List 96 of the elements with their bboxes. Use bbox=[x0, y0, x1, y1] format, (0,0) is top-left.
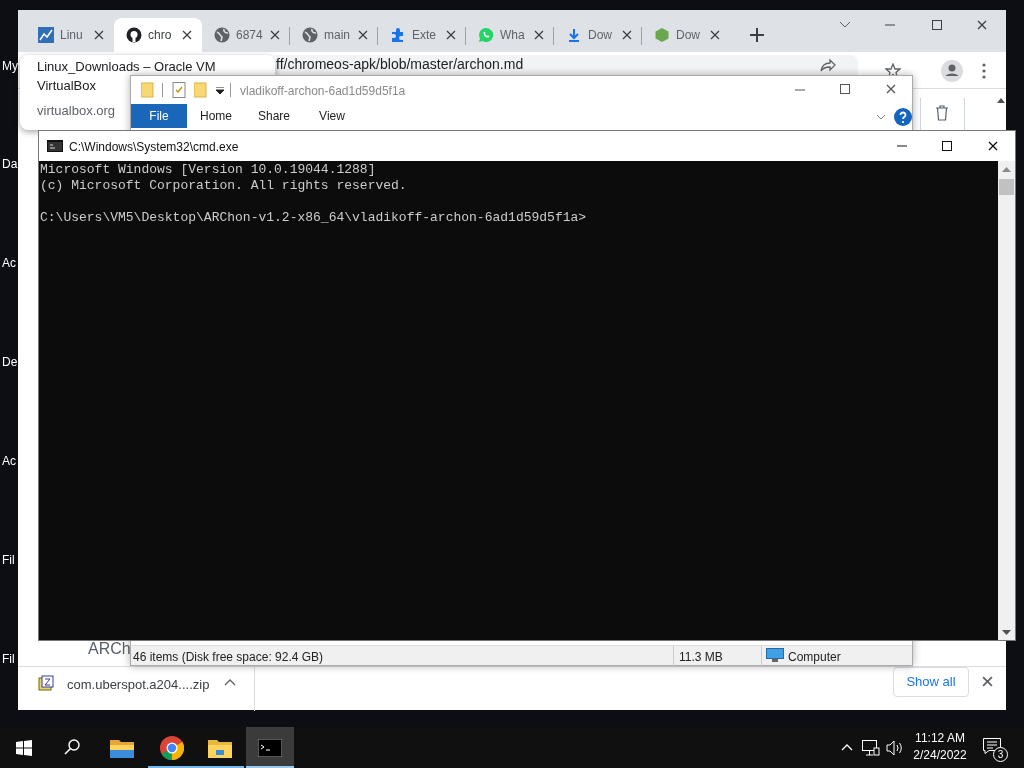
scroll-down-arrow-icon[interactable] bbox=[1002, 630, 1011, 635]
close-icon[interactable] bbox=[886, 84, 896, 94]
plus-icon[interactable] bbox=[750, 28, 764, 42]
console-line: Microsoft Windows [Version 10.0.19044.1288] bbox=[39, 162, 377, 178]
close-icon[interactable] bbox=[534, 30, 544, 40]
desktop-icon-label[interactable]: Ac bbox=[2, 255, 16, 271]
ribbon-tab[interactable]: Share bbox=[245, 104, 303, 128]
chart-icon bbox=[38, 27, 54, 43]
avatar-icon[interactable] bbox=[941, 60, 963, 82]
browser-tab[interactable]: main bbox=[290, 18, 378, 52]
chevron-up-icon[interactable] bbox=[841, 744, 853, 751]
properties-icon[interactable] bbox=[172, 82, 186, 98]
taskbar-app[interactable] bbox=[246, 727, 294, 768]
hover-card-title: Linux_Downloads – Oracle VM bbox=[37, 58, 216, 75]
scrollbar-thumb[interactable] bbox=[999, 179, 1014, 195]
scroll-up-arrow-icon[interactable] bbox=[997, 98, 1005, 103]
address-bar[interactable]: ff/chromeos-apk/blob/master/archon.md bbox=[276, 55, 858, 75]
globe-icon bbox=[214, 27, 230, 43]
desktop-icon-label[interactable]: Fil bbox=[2, 651, 15, 667]
hexagon-icon bbox=[654, 27, 670, 43]
close-icon[interactable] bbox=[446, 30, 456, 40]
ribbon-tab[interactable]: File bbox=[131, 104, 187, 128]
maximize-icon[interactable] bbox=[942, 141, 952, 151]
clock-time[interactable]: 11:12 AM bbox=[914, 731, 966, 746]
clock-date[interactable]: 2/24/2022 bbox=[910, 748, 970, 763]
maximize-icon[interactable] bbox=[840, 84, 850, 94]
browser-tab[interactable]: 6874 bbox=[202, 18, 290, 52]
window-title: C:\Windows\System32\cmd.exe bbox=[69, 139, 239, 156]
zip-file-icon bbox=[38, 675, 54, 691]
console-line: C:\Users\VM5\Desktop\ARChon-v1.2-x86_64\vladikoff-archon-6ad1d59d5f1a> bbox=[39, 210, 588, 226]
console-icon bbox=[47, 140, 63, 152]
tab-title: main bbox=[324, 27, 350, 44]
close-icon[interactable] bbox=[710, 30, 720, 40]
status-size: 11.3 MB bbox=[679, 649, 723, 666]
desktop-icon-label[interactable]: Fil bbox=[2, 552, 15, 568]
desktop-icon-label[interactable]: De bbox=[2, 354, 18, 370]
tab-title: Dow bbox=[588, 27, 612, 44]
close-icon[interactable] bbox=[622, 30, 632, 40]
close-icon[interactable] bbox=[270, 30, 280, 40]
menu-icon[interactable] bbox=[982, 63, 986, 79]
network-icon[interactable] bbox=[862, 740, 880, 756]
download-icon bbox=[566, 27, 582, 43]
ribbon-tab[interactable]: View bbox=[303, 104, 361, 128]
help-icon[interactable] bbox=[894, 108, 912, 126]
folder-icon bbox=[110, 737, 134, 758]
desktop-icon-label[interactable]: Ac bbox=[2, 453, 16, 469]
tab-title: chro bbox=[148, 27, 172, 44]
close-icon[interactable] bbox=[94, 30, 104, 40]
close-icon[interactable] bbox=[358, 30, 368, 40]
tab-title: Linu bbox=[60, 27, 83, 44]
trash-icon[interactable] bbox=[935, 105, 949, 121]
chevron-down-icon[interactable] bbox=[839, 21, 851, 29]
tab-title: Wha bbox=[500, 27, 525, 44]
desktop-icon-label[interactable]: Da bbox=[2, 156, 18, 172]
scrollbar[interactable] bbox=[998, 161, 1015, 640]
close-icon[interactable] bbox=[977, 20, 987, 30]
browser-tab[interactable]: Exte bbox=[378, 18, 466, 52]
computer-icon bbox=[766, 648, 784, 663]
browser-icon bbox=[160, 735, 184, 760]
chat-icon bbox=[478, 27, 494, 43]
dropdown-arrow-icon[interactable] bbox=[216, 87, 224, 94]
browser-tab[interactable]: Linu bbox=[26, 18, 114, 52]
browser-tab[interactable]: chro bbox=[114, 18, 202, 52]
window-title: vladikoff-archon-6ad1d59d5f1a bbox=[240, 83, 406, 100]
close-icon[interactable] bbox=[982, 676, 993, 687]
close-icon[interactable] bbox=[182, 30, 192, 40]
volume-icon[interactable] bbox=[886, 740, 904, 756]
download-file-name[interactable]: com.uberspot.a204....zip bbox=[67, 675, 210, 695]
status-zone: Computer bbox=[788, 649, 841, 666]
close-icon[interactable] bbox=[988, 141, 998, 151]
tab-title: 6874 bbox=[236, 27, 263, 44]
hover-card-domain: virtualbox.org bbox=[37, 102, 116, 120]
browser-tab[interactable]: Dow bbox=[554, 18, 642, 52]
folder-icon bbox=[208, 737, 232, 758]
tab-title: Exte bbox=[412, 27, 436, 44]
maximize-icon[interactable] bbox=[932, 20, 942, 30]
notification-count: 3 bbox=[993, 747, 1008, 762]
browser-tab[interactable]: Dow bbox=[642, 18, 730, 52]
page-heading: ARCh bbox=[88, 639, 131, 659]
hover-card-title: VirtualBox bbox=[37, 77, 96, 94]
share-icon[interactable] bbox=[820, 58, 836, 72]
search-icon[interactable] bbox=[64, 739, 80, 755]
browser-tab[interactable]: Wha bbox=[466, 18, 554, 52]
console-icon bbox=[258, 738, 282, 757]
chevron-down-icon[interactable] bbox=[876, 114, 886, 120]
puzzle-icon bbox=[390, 27, 406, 43]
tab-title: Dow bbox=[676, 27, 700, 44]
windows-logo-icon[interactable] bbox=[16, 740, 32, 756]
url-text: ff/chromeos-apk/blob/master/archon.md bbox=[276, 56, 524, 73]
caret-up-icon[interactable] bbox=[224, 679, 236, 686]
desktop-icon-label[interactable]: My bbox=[2, 58, 18, 74]
show-all-button[interactable]: Show all bbox=[893, 667, 969, 697]
ribbon-tab[interactable]: Home bbox=[187, 104, 245, 128]
console-line: (c) Microsoft Corporation. All rights reserved. bbox=[39, 178, 408, 194]
globe-icon bbox=[302, 27, 318, 43]
status-item-count: 46 items (Disk free space: 92.4 GB) bbox=[133, 649, 324, 666]
